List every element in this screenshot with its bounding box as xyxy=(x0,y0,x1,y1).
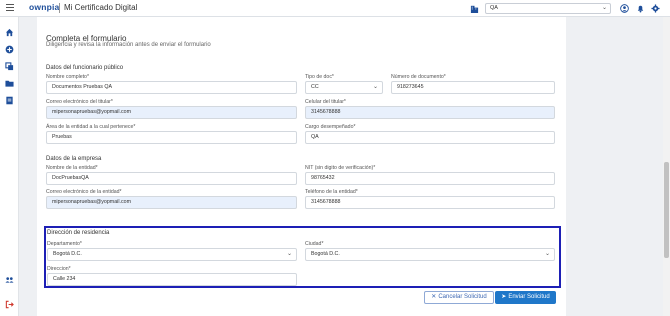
entidad-nombre-field[interactable]: DocPruebasQA xyxy=(46,172,297,185)
correo-titular-field[interactable]: mipersonapruebas@yopmail.com xyxy=(46,106,297,119)
chevron-down-icon: ⌄ xyxy=(601,5,607,11)
ciudad-select[interactable]: Bogotá D.C. ⌄ xyxy=(305,248,555,261)
direccion-field[interactable]: Calle 234 xyxy=(47,273,297,286)
correo-entidad-label: Correo electrónico de la entidad* xyxy=(46,189,122,195)
area-label: Área de la entidad a la cual pertenece* xyxy=(46,124,136,130)
copy-icon[interactable] xyxy=(5,62,14,71)
scrollbar-thumb[interactable] xyxy=(664,162,669,258)
scrollbar[interactable] xyxy=(663,17,670,316)
celular-label: Celular del titular* xyxy=(305,99,346,105)
cancel-request-button[interactable]: ✕ Cancelar Solicitud xyxy=(424,291,494,304)
correo-entidad-field[interactable]: mipersonapruebas@yopmail.com xyxy=(46,196,297,209)
chevron-down-icon: ⌄ xyxy=(544,251,550,257)
section-title-residencia: Dirección de residencia xyxy=(47,230,110,236)
user-circle-icon[interactable] xyxy=(620,4,629,13)
num-doc-label: Número de documento* xyxy=(391,74,446,80)
section-title-funcionario: Datos del funcionario público xyxy=(46,65,124,71)
num-doc-field[interactable]: 918273645 xyxy=(391,81,555,94)
nit-label: NIT (sin digito de verificación)* xyxy=(305,165,376,171)
nit-field[interactable]: 98765432 xyxy=(305,172,555,185)
hamburger-icon[interactable] xyxy=(6,4,14,11)
users-icon[interactable] xyxy=(5,275,14,284)
cancel-request-label: Cancelar Solicitud xyxy=(438,294,487,300)
cargo-label: Cargo desempeñado* xyxy=(305,124,356,130)
brand-logo: ownpia xyxy=(29,2,60,12)
company-select-value: QA xyxy=(490,5,498,11)
cargo-field[interactable]: QA xyxy=(305,131,555,144)
company-select[interactable]: QA ⌄ xyxy=(485,3,611,14)
chevron-down-icon: ⌄ xyxy=(286,251,292,257)
document-icon[interactable] xyxy=(5,96,14,105)
building-icon xyxy=(470,5,479,13)
entidad-nombre-label: Nombre de la entidad* xyxy=(46,165,98,171)
direccion-label: Direccion* xyxy=(47,266,71,272)
celular-field[interactable]: 3145678888 xyxy=(305,106,555,119)
home-icon[interactable] xyxy=(5,28,14,37)
gear-icon[interactable] xyxy=(651,4,660,13)
area-field[interactable]: Pruebas xyxy=(46,131,297,144)
telefono-field[interactable]: 3145678888 xyxy=(305,196,555,209)
bell-icon[interactable] xyxy=(636,4,645,13)
plus-circle-icon[interactable] xyxy=(5,45,14,54)
form-subtitle: Diligencia y revisa la información antes… xyxy=(46,42,211,48)
nombre-label: Nombre completo* xyxy=(46,74,89,80)
folder-icon[interactable] xyxy=(5,79,14,88)
nombre-field[interactable]: Documentos Pruebas QA xyxy=(46,81,297,94)
top-bar: ownpia Mi Certificado Digital QA ⌄ xyxy=(0,0,670,17)
sidebar xyxy=(0,17,19,316)
brand-divider xyxy=(59,3,60,13)
ciudad-label: Ciudad* xyxy=(305,241,324,247)
app-title: Mi Certificado Digital xyxy=(64,3,138,12)
send-icon: ➤ xyxy=(501,294,507,300)
telefono-label: Teléfono de la entidad* xyxy=(305,189,358,195)
departamento-select[interactable]: Bogotá D.C. ⌄ xyxy=(47,248,297,261)
close-icon: ✕ xyxy=(431,294,437,300)
chevron-down-icon: ⌄ xyxy=(372,84,378,90)
departamento-value: Bogotá D.C. xyxy=(53,251,82,257)
send-request-button[interactable]: ➤ Enviar Solicitud xyxy=(495,291,556,304)
correo-titular-label: Correo electrónico del titular* xyxy=(46,99,113,105)
form-card: Completa el formulario Diligencia y revi… xyxy=(37,17,566,316)
tipo-doc-select[interactable]: CC ⌄ xyxy=(305,81,383,94)
ciudad-value: Bogotá D.C. xyxy=(311,251,340,257)
logout-icon[interactable] xyxy=(5,300,14,309)
section-title-empresa: Datos de la empresa xyxy=(46,156,102,162)
tipo-doc-label: Tipo de doc* xyxy=(305,74,334,80)
send-request-label: Enviar Solicitud xyxy=(508,294,550,300)
tipo-doc-value: CC xyxy=(311,84,319,90)
departamento-label: Departamento* xyxy=(47,241,82,247)
